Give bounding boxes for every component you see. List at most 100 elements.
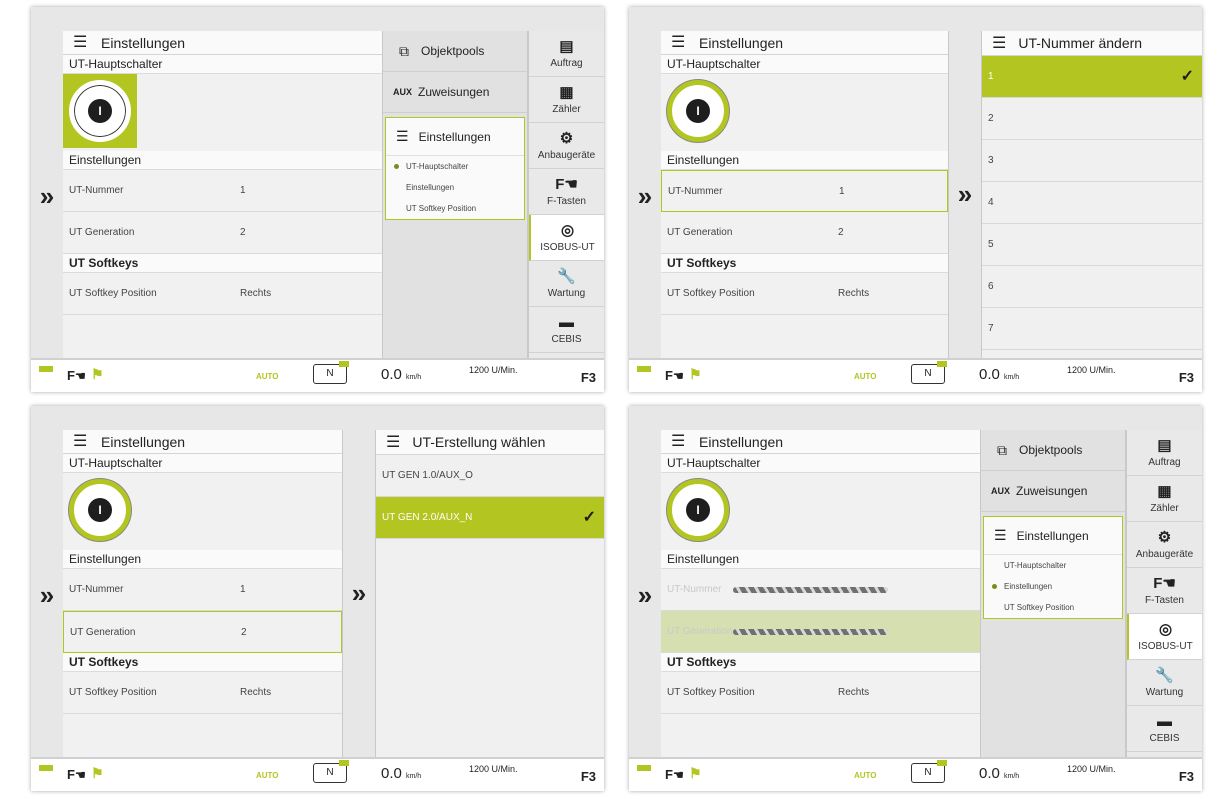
nav-isobus-ut[interactable]: ◎ ISOBUS-UT	[529, 215, 604, 261]
list-item[interactable]: UT GEN 1.0/AUX_O	[376, 455, 604, 497]
list-item[interactable]: 3	[982, 140, 1202, 182]
main-switch-button[interactable]: I	[661, 74, 735, 148]
nav-zaehler[interactable]: ▦ Zähler	[1127, 476, 1202, 522]
list-item[interactable]: 1 ✓	[982, 56, 1202, 98]
main-switch-area: I	[661, 74, 948, 151]
expand-chevron-icon[interactable]: »	[31, 580, 63, 610]
nav-auftrag[interactable]: ▤ Auftrag	[1127, 430, 1202, 476]
rpm-readout: 1200 U/Min.	[469, 365, 518, 375]
loading-bar	[733, 628, 888, 635]
ut-number-row[interactable]: UT-Nummer 1	[661, 170, 948, 212]
ut-generation-list: ☰ UT-Erstellung wählen UT GEN 1.0/AUX_O …	[375, 430, 604, 757]
list-item[interactable]: 2	[982, 98, 1202, 140]
menu-objektpools[interactable]: ⧉ Objektpools	[383, 31, 527, 72]
nav-label: Auftrag	[550, 58, 583, 69]
expand-chevron-icon[interactable]: »	[31, 181, 63, 211]
ut-generation-row[interactable]: UT Generation 2	[661, 212, 948, 254]
list-item[interactable]: 4	[982, 182, 1202, 224]
section-softkeys: UT Softkeys	[63, 653, 342, 672]
list-item[interactable]: 6	[982, 266, 1202, 308]
nav-label: Zähler	[552, 104, 581, 115]
nav-label: ISOBUS-UT	[1138, 641, 1193, 652]
nav-label: Zähler	[1150, 503, 1179, 514]
list-item[interactable]: 7	[982, 308, 1202, 350]
left-column: »	[629, 430, 661, 757]
nav-cebis[interactable]: ▬ CEBIS	[1127, 706, 1202, 752]
main-switch-area: I	[661, 473, 980, 550]
ut-number-row[interactable]: UT-Nummer 1	[63, 569, 342, 611]
softkey-position-row[interactable]: UT Softkey Position Rechts	[63, 672, 342, 714]
expand-chevron-icon[interactable]: »	[629, 580, 661, 610]
nav-ftasten[interactable]: F☚ F-Tasten	[529, 169, 604, 215]
list-item-label: 1	[988, 71, 994, 82]
section-settings: Einstellungen	[63, 151, 382, 170]
submenu-header[interactable]: ☰ Einstellungen	[984, 517, 1122, 555]
nav-label: ISOBUS-UT	[540, 242, 595, 253]
main-switch-button[interactable]: I	[63, 473, 137, 547]
section-main-switch: UT-Hauptschalter	[63, 55, 382, 74]
machine-icon: ⚑	[91, 765, 104, 781]
ut-number-row[interactable]: UT-Nummer 1	[63, 170, 382, 212]
f3-key[interactable]: F3	[1179, 370, 1194, 385]
submenu-item-softkey-position[interactable]: UT Softkey Position	[386, 198, 524, 219]
list-title: UT-Nummer ändern	[1018, 35, 1143, 51]
submenu-item-softkey-position[interactable]: UT Softkey Position	[984, 597, 1122, 618]
settings-submenu: ☰ Einstellungen UT-Hauptschalter Einstel…	[385, 117, 525, 220]
f3-key[interactable]: F3	[1179, 769, 1194, 784]
status-bar: F☚ ⚑ AUTO N 0.0 km/h 1200 U/Min. F3	[629, 358, 1202, 392]
submenu-item-main-switch[interactable]: UT-Hauptschalter	[984, 555, 1122, 576]
softkey-position-label: UT Softkey Position	[667, 687, 755, 698]
nav-auftrag[interactable]: ▤ Auftrag	[529, 31, 604, 77]
nav-cebis[interactable]: ▬ CEBIS	[529, 307, 604, 353]
nav-ftasten[interactable]: F☚ F-Tasten	[1127, 568, 1202, 614]
menu-zuweisungen[interactable]: AUX Zuweisungen	[981, 471, 1125, 512]
ftasten-indicator[interactable]: F☚	[665, 368, 684, 383]
menu-zuweisungen[interactable]: AUX Zuweisungen	[383, 72, 527, 113]
chevron-icon[interactable]: »	[949, 179, 981, 210]
power-icon: I	[88, 498, 112, 522]
ut-generation-row[interactable]: UT Generation 2	[63, 611, 342, 653]
submenu-item-main-switch[interactable]: UT-Hauptschalter	[386, 156, 524, 177]
speed-unit: km/h	[1004, 374, 1020, 381]
nav-wartung[interactable]: 🔧 Wartung	[1127, 660, 1202, 706]
ut-number-row[interactable]: UT-Nummer	[661, 569, 980, 611]
power-icon: I	[88, 99, 112, 123]
f3-key[interactable]: F3	[581, 370, 596, 385]
softkey-position-value: Rechts	[838, 687, 870, 698]
nav-wartung[interactable]: 🔧 Wartung	[529, 261, 604, 307]
gear-indicator: N	[911, 760, 947, 783]
ut-generation-row[interactable]: UT Generation	[661, 611, 980, 653]
ut-generation-label: UT Generation	[667, 227, 733, 238]
section-main-switch: UT-Hauptschalter	[661, 55, 948, 74]
rpm-readout: 1200 U/Min.	[469, 764, 518, 774]
list-item[interactable]: UT GEN 2.0/AUX_N ✓	[376, 497, 604, 539]
ut-generation-row[interactable]: UT Generation 2	[63, 212, 382, 254]
ut-number-value: 1	[839, 185, 845, 197]
chevron-icon[interactable]: »	[343, 578, 375, 609]
left-column: »	[629, 31, 661, 358]
submenu-item-settings[interactable]: Einstellungen	[386, 177, 524, 198]
nav-anbaugeraete[interactable]: ⚙ Anbaugeräte	[1127, 522, 1202, 568]
f3-key[interactable]: F3	[581, 769, 596, 784]
list-item[interactable]: 5	[982, 224, 1202, 266]
ut-number-value: 1	[240, 185, 246, 196]
menu-objektpools[interactable]: ⧉ Objektpools	[981, 430, 1125, 471]
auto-label: AUTO	[256, 771, 279, 780]
ftasten-indicator[interactable]: F☚	[67, 767, 86, 782]
auto-label: AUTO	[854, 372, 877, 381]
main-nav: ▤ Auftrag ▦ Zähler ⚙ Anbaugeräte F☚ F-Tasten…	[1125, 430, 1202, 757]
ftasten-indicator[interactable]: F☚	[67, 368, 86, 383]
softkey-position-row[interactable]: UT Softkey Position Rechts	[63, 273, 382, 315]
expand-chevron-icon[interactable]: »	[629, 181, 661, 211]
nav-anbaugeraete[interactable]: ⚙ Anbaugeräte	[529, 123, 604, 169]
submenu-item-settings[interactable]: Einstellungen	[984, 576, 1122, 597]
nav-zaehler[interactable]: ▦ Zähler	[529, 77, 604, 123]
softkey-position-row[interactable]: UT Softkey Position Rechts	[661, 672, 980, 714]
section-settings: Einstellungen	[661, 550, 980, 569]
softkey-position-row[interactable]: UT Softkey Position Rechts	[661, 273, 948, 315]
main-switch-button[interactable]: I	[661, 473, 735, 547]
submenu-header[interactable]: ☰ Einstellungen	[386, 118, 524, 156]
main-switch-button[interactable]: I	[63, 74, 137, 148]
ftasten-indicator[interactable]: F☚	[665, 767, 684, 782]
nav-isobus-ut[interactable]: ◎ ISOBUS-UT	[1127, 614, 1202, 660]
